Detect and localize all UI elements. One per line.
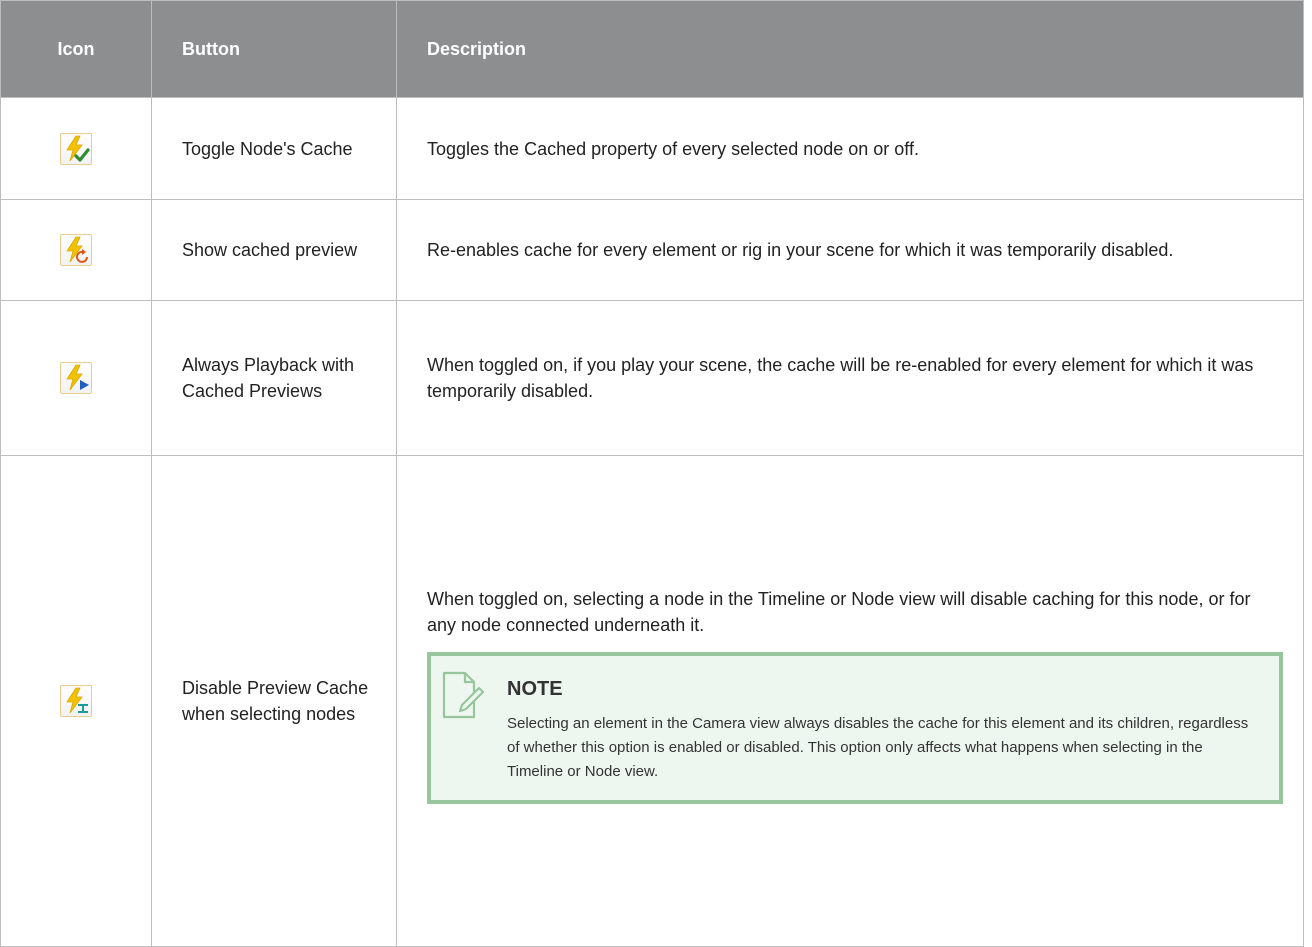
lightning-play-icon[interactable] (60, 362, 92, 394)
icon-cell (0, 199, 152, 301)
lightning-select-icon[interactable] (60, 685, 92, 717)
table-row: Always Playback with Cached Previews Whe… (0, 300, 1304, 456)
button-name: Toggle Node's Cache (151, 97, 397, 200)
table-row: Disable Preview Cache when selecting nod… (0, 455, 1304, 947)
lightning-check-icon[interactable] (60, 132, 92, 165)
note-text: Selecting an element in the Camera view … (507, 715, 1249, 780)
icon-cell (0, 97, 152, 200)
note-box: NOTE Selecting an element in the Camera … (427, 652, 1283, 804)
command-table: Icon Button Description Toggle Node's Ca… (0, 0, 1304, 947)
icon-cell (0, 300, 152, 456)
table-row: Toggle Node's Cache Toggles the Cached p… (0, 97, 1304, 200)
button-name: Show cached preview (151, 199, 397, 301)
note-title: NOTE (507, 678, 563, 700)
button-name: Disable Preview Cache when selecting nod… (151, 455, 397, 947)
button-name: Always Playback with Cached Previews (151, 300, 397, 456)
description: When toggled on, if you play your scene,… (396, 300, 1304, 456)
lightning-refresh-icon[interactable] (60, 234, 92, 266)
description: Re-enables cache for every element or ri… (396, 199, 1304, 301)
description: When toggled on, selecting a node in the… (427, 589, 1251, 635)
table-row: Show cached preview Re-enables cache for… (0, 199, 1304, 301)
header-description: Description (396, 0, 1304, 98)
table-header-row: Icon Button Description (0, 0, 1304, 98)
description-cell: When toggled on, selecting a node in the… (396, 455, 1304, 947)
icon-cell (0, 455, 152, 947)
note-content: NOTE Selecting an element in the Camera … (507, 670, 1261, 784)
header-icon: Icon (0, 0, 152, 98)
note-pencil-icon (441, 670, 485, 720)
header-button: Button (151, 0, 397, 98)
description: Toggles the Cached property of every sel… (396, 97, 1304, 200)
